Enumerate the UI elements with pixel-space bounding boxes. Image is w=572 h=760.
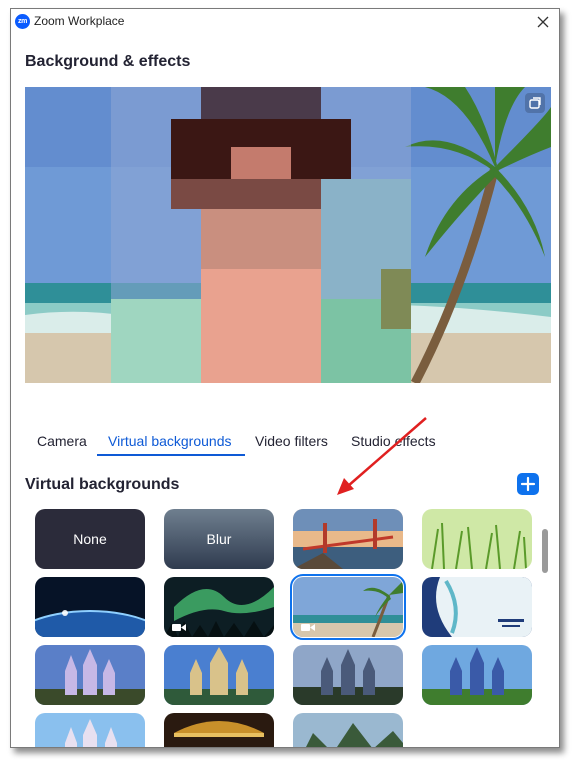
- castle-image: [164, 645, 274, 705]
- slide-image: [422, 577, 532, 637]
- background-castle-5[interactable]: [35, 713, 145, 747]
- tab-video-filters[interactable]: Video filters: [255, 431, 328, 457]
- background-beach[interactable]: [290, 574, 406, 640]
- effects-tab-bar: Camera Virtual backgrounds Video filters…: [25, 431, 545, 457]
- background-castle-2[interactable]: [164, 645, 274, 705]
- background-grid: None Blur: [25, 507, 547, 747]
- camera-preview: [25, 87, 551, 383]
- background-grid-scrollbar[interactable]: [541, 507, 549, 747]
- background-castle-4[interactable]: [422, 645, 532, 705]
- expand-preview-button[interactable]: [525, 93, 545, 113]
- background-mountain[interactable]: [293, 713, 403, 747]
- page-title: Background & effects: [25, 53, 191, 70]
- scrollbar-thumb[interactable]: [542, 529, 548, 573]
- expand-icon: [529, 97, 541, 109]
- background-aurora[interactable]: [164, 577, 274, 637]
- castle-image: [35, 713, 145, 747]
- active-tab-indicator: [97, 454, 245, 456]
- zoom-settings-window: zm Zoom Workplace Background & effects C…: [10, 8, 560, 748]
- castle-image: [35, 645, 145, 705]
- background-grass[interactable]: [422, 509, 532, 569]
- background-none[interactable]: None: [35, 509, 145, 569]
- video-camera-icon: [172, 624, 186, 631]
- tab-camera[interactable]: Camera: [37, 431, 87, 457]
- window-title: Zoom Workplace: [34, 14, 125, 28]
- background-castle-1[interactable]: [35, 645, 145, 705]
- title-bar: zm Zoom Workplace: [11, 9, 559, 35]
- background-earth[interactable]: [35, 577, 145, 637]
- background-carousel[interactable]: [164, 713, 274, 747]
- background-castle-3[interactable]: [293, 645, 403, 705]
- golden-gate-image: [293, 509, 403, 569]
- castle-image: [422, 645, 532, 705]
- add-background-button[interactable]: [517, 473, 539, 495]
- close-button[interactable]: [533, 12, 553, 32]
- mountain-image: [293, 713, 403, 747]
- tab-studio-effects[interactable]: Studio effects: [351, 431, 436, 457]
- carousel-image: [164, 713, 274, 747]
- earth-image: [35, 577, 145, 637]
- grass-image: [422, 509, 532, 569]
- background-slide[interactable]: [422, 577, 532, 637]
- video-camera-icon: [301, 624, 315, 631]
- castle-image: [293, 645, 403, 705]
- background-blur[interactable]: Blur: [164, 509, 274, 569]
- plus-icon: [520, 476, 536, 492]
- zoom-logo-icon: zm: [15, 14, 30, 29]
- section-title: Virtual backgrounds: [25, 476, 180, 493]
- close-icon: [537, 16, 549, 28]
- thumb-label: Blur: [206, 531, 232, 547]
- pixelated-person: [111, 87, 411, 383]
- thumb-label: None: [73, 531, 107, 547]
- background-golden-gate[interactable]: [293, 509, 403, 569]
